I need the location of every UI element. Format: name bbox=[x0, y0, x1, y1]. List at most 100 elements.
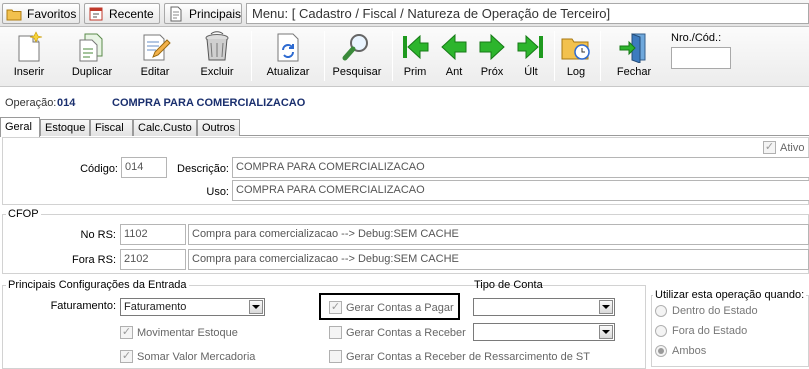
prox-button[interactable]: Próx bbox=[476, 29, 508, 85]
chevron-down-icon[interactable] bbox=[249, 300, 263, 314]
atualizar-button[interactable]: Atualizar bbox=[264, 29, 312, 85]
excluir-button[interactable]: Excluir bbox=[196, 29, 238, 85]
uso-field[interactable]: COMPRA PARA COMERCIALIZACAO bbox=[232, 180, 809, 201]
config-title: Principais Configurações da Entrada bbox=[6, 279, 189, 291]
gerar-receber-label: Gerar Contas a Receber bbox=[346, 326, 466, 339]
faturamento-select[interactable]: Faturamento bbox=[120, 298, 265, 316]
checkmark-icon: ✓ bbox=[120, 326, 133, 339]
main-toolbar: Inserir Duplicar Editar Excluir Atualiza… bbox=[0, 27, 809, 87]
atualizar-label: Atualizar bbox=[266, 66, 310, 78]
toolbar-separator bbox=[600, 31, 601, 81]
no-rs-code-field[interactable]: 1102 bbox=[120, 224, 186, 245]
ant-button[interactable]: Ant bbox=[438, 29, 470, 85]
radio-icon bbox=[655, 305, 667, 317]
gerar-ressarcimento-label: Gerar Contas a Receber de Ressarcimento … bbox=[346, 350, 590, 363]
folder-icon bbox=[6, 6, 22, 22]
favoritos-label: Favoritos bbox=[27, 6, 77, 21]
gerar-receber-checkbox[interactable]: Gerar Contas a Receber bbox=[329, 326, 466, 339]
checkmark-icon: ✓ bbox=[120, 350, 133, 363]
tab-fiscal[interactable]: Fiscal bbox=[90, 119, 133, 136]
prox-label: Próx bbox=[480, 66, 504, 78]
tab-geral[interactable]: Geral bbox=[0, 117, 40, 137]
duplicar-button[interactable]: Duplicar bbox=[69, 29, 115, 85]
fechar-label: Fechar bbox=[616, 66, 652, 78]
refresh-icon bbox=[270, 29, 306, 65]
tab-estoque[interactable]: Estoque bbox=[40, 119, 90, 136]
duplicar-label: Duplicar bbox=[71, 66, 113, 78]
descricao-field[interactable]: COMPRA PARA COMERCIALIZACAO bbox=[232, 157, 809, 178]
gerar-pagar-checkbox[interactable]: ✓ Gerar Contas a Pagar bbox=[329, 301, 454, 314]
recente-button[interactable]: Recente bbox=[84, 3, 160, 24]
next-record-icon bbox=[474, 29, 510, 65]
fora-rs-desc-field[interactable]: Compra para comercializacao --> Debug:SE… bbox=[188, 249, 809, 270]
somar-valor-checkbox[interactable]: ✓ Somar Valor Mercadoria bbox=[120, 350, 255, 363]
last-record-icon bbox=[513, 29, 549, 65]
new-document-icon bbox=[11, 29, 47, 65]
gerar-pagar-label: Gerar Contas a Pagar bbox=[346, 301, 454, 314]
tab-outros[interactable]: Outros bbox=[197, 119, 240, 136]
movimentar-estoque-checkbox[interactable]: ✓ Movimentar Estoque bbox=[120, 326, 238, 339]
radio-fora-estado[interactable]: Fora do Estado bbox=[655, 325, 747, 337]
radio-ambos[interactable]: Ambos bbox=[655, 345, 706, 357]
toolbar-separator bbox=[251, 31, 252, 81]
tab-strip: Geral Estoque Fiscal Calc.Custo Outros bbox=[0, 117, 809, 137]
codigo-label: Código: bbox=[80, 163, 118, 175]
cfop-title: CFOP bbox=[6, 208, 41, 220]
checkbox-empty bbox=[329, 326, 342, 339]
tipo-conta-title: Tipo de Conta bbox=[474, 279, 543, 291]
pesquisar-label: Pesquisar bbox=[332, 66, 382, 78]
gerar-ressarcimento-checkbox[interactable]: Gerar Contas a Receber de Ressarcimento … bbox=[329, 350, 590, 363]
dentro-estado-label: Dentro do Estado bbox=[672, 305, 758, 317]
prim-button[interactable]: Prim bbox=[398, 29, 432, 85]
no-rs-desc-field[interactable]: Compra para comercializacao --> Debug:SE… bbox=[188, 224, 809, 245]
fechar-button[interactable]: Fechar bbox=[612, 29, 656, 85]
previous-record-icon bbox=[436, 29, 472, 65]
recent-icon bbox=[88, 6, 104, 22]
fora-rs-label: Fora RS: bbox=[71, 254, 116, 266]
movimentar-estoque-label: Movimentar Estoque bbox=[137, 326, 238, 339]
edit-icon bbox=[137, 29, 173, 65]
checkbox-empty bbox=[329, 350, 342, 363]
nro-cod-input[interactable] bbox=[671, 47, 731, 69]
ambos-label: Ambos bbox=[672, 345, 707, 357]
top-nav-bar: Favoritos Recente Principais Menu: [ Cad… bbox=[0, 0, 809, 27]
pesquisar-button[interactable]: Pesquisar bbox=[331, 29, 383, 85]
tipo-conta-pagar-select[interactable] bbox=[473, 298, 615, 316]
duplicate-icon bbox=[74, 29, 110, 65]
log-button[interactable]: Log bbox=[559, 29, 593, 85]
chevron-down-icon[interactable] bbox=[599, 325, 613, 339]
toolbar-separator bbox=[554, 31, 555, 81]
operation-header: Operação: 014 COMPRA PARA COMERCIALIZACA… bbox=[0, 88, 809, 117]
editar-button[interactable]: Editar bbox=[135, 29, 175, 85]
nro-cod-label: Nro./Cód.: bbox=[671, 32, 722, 44]
descricao-label: Descrição: bbox=[177, 163, 229, 175]
exit-door-icon bbox=[616, 29, 652, 65]
inserir-button[interactable]: Inserir bbox=[8, 29, 50, 85]
ativo-checkbox[interactable]: ✓ Ativo bbox=[763, 141, 804, 154]
uso-label: Uso: bbox=[206, 186, 229, 198]
codigo-field[interactable]: 014 bbox=[121, 157, 167, 178]
radio-dentro-estado[interactable]: Dentro do Estado bbox=[655, 305, 758, 317]
first-record-icon bbox=[397, 29, 433, 65]
toolbar-separator bbox=[392, 31, 393, 81]
ult-button[interactable]: Últ bbox=[514, 29, 548, 85]
radio-selected-icon bbox=[655, 345, 667, 357]
checkmark-icon: ✓ bbox=[763, 141, 776, 154]
log-folder-clock-icon bbox=[558, 29, 594, 65]
ult-label: Últ bbox=[524, 66, 538, 78]
editar-label: Editar bbox=[140, 66, 170, 78]
excluir-label: Excluir bbox=[200, 66, 234, 78]
tipo-conta-receber-select[interactable] bbox=[473, 323, 615, 341]
prim-label: Prim bbox=[403, 66, 427, 78]
principais-button[interactable]: Principais bbox=[164, 3, 242, 24]
recente-label: Recente bbox=[109, 6, 154, 21]
tab-calc-custo[interactable]: Calc.Custo bbox=[133, 119, 197, 136]
faturamento-label: Faturamento: bbox=[50, 300, 116, 312]
chevron-down-icon[interactable] bbox=[599, 300, 613, 314]
operation-code: 014 bbox=[57, 97, 76, 109]
fora-rs-code-field[interactable]: 2102 bbox=[120, 249, 186, 270]
faturamento-value: Faturamento bbox=[124, 301, 187, 313]
favoritos-button[interactable]: Favoritos bbox=[2, 3, 80, 24]
toolbar-separator bbox=[324, 31, 325, 81]
operation-description: COMPRA PARA COMERCIALIZACAO bbox=[112, 97, 306, 109]
